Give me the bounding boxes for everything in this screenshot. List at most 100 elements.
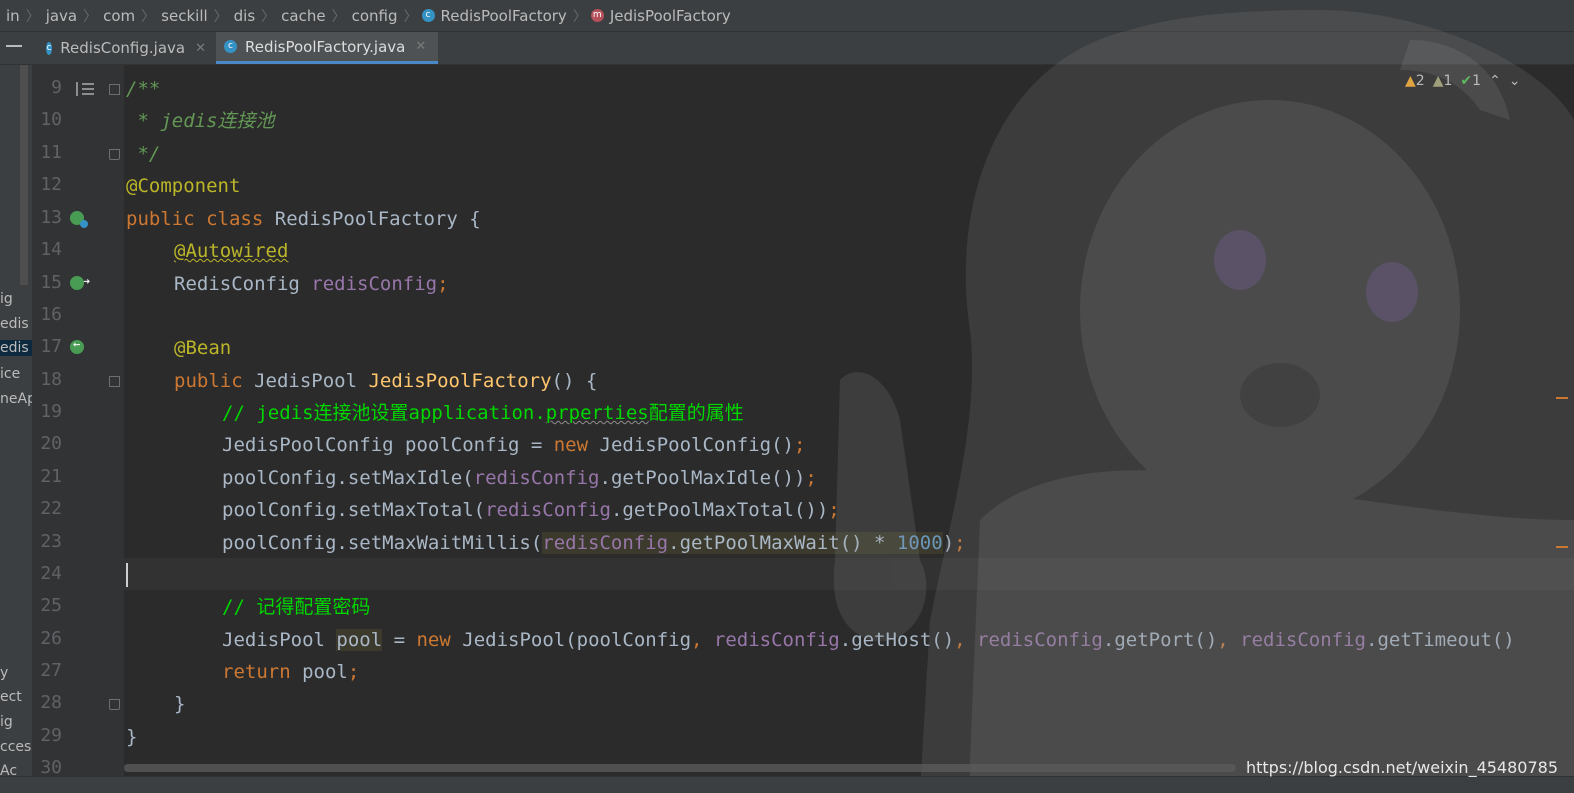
chevron-right-icon: 〉 [403, 8, 418, 25]
chevron-right-icon: 〉 [141, 8, 156, 25]
weak-warning-icon: ▲ [1432, 73, 1444, 89]
weak-warning-count[interactable]: ▲1 [1433, 73, 1453, 89]
breadcrumb-item[interactable]: seckill [155, 7, 213, 25]
warning-icon: ▲ [1405, 73, 1416, 89]
project-item[interactable]: Ac [0, 763, 17, 776]
breadcrumb-item[interactable]: dis [228, 7, 262, 25]
code-line[interactable]: */ [126, 138, 160, 170]
close-icon[interactable]: ✕ [415, 39, 426, 54]
line-number: 25 [40, 595, 62, 616]
code-line[interactable]: public class RedisPoolFactory { [126, 203, 481, 235]
structure-icon[interactable] [76, 82, 94, 96]
code-line[interactable]: @Autowired [174, 235, 288, 267]
line-number: 16 [40, 304, 62, 325]
line-number: 20 [40, 433, 62, 454]
chevron-down-icon[interactable]: ⌄ [1509, 73, 1521, 89]
line-number: 24 [40, 563, 62, 584]
line-number: 26 [40, 628, 62, 649]
breadcrumb-item[interactable]: config [346, 7, 404, 25]
project-item[interactable]: ig [0, 291, 13, 307]
code-line[interactable]: @Component [126, 170, 240, 202]
project-item[interactable]: ig [0, 714, 13, 730]
close-icon[interactable]: ✕ [195, 41, 206, 56]
code-line[interactable]: JedisPoolConfig poolConfig = new JedisPo… [222, 429, 805, 461]
check-icon: ✔ [1460, 73, 1473, 89]
code-line[interactable]: RedisConfig redisConfig; [174, 268, 449, 300]
line-number: 27 [40, 660, 62, 681]
code-line[interactable]: poolConfig.setMaxTotal(redisConfig.getPo… [222, 494, 840, 526]
editor-gutter: 9 10 11 12 13 14 15 16 17 18 19 20 21 22… [32, 65, 124, 778]
code-line[interactable]: // 记得配置密码 [222, 591, 370, 623]
line-number: 22 [40, 498, 62, 519]
chevron-right-icon: 〉 [213, 8, 228, 25]
spring-bean-icon[interactable] [70, 211, 88, 228]
fold-icon[interactable] [109, 149, 120, 160]
breadcrumb-item[interactable]: java [40, 7, 83, 25]
chevron-right-icon: 〉 [261, 8, 276, 25]
code-line[interactable]: poolConfig.setMaxIdle(redisConfig.getPoo… [222, 462, 817, 494]
project-item[interactable]: edis [0, 316, 29, 332]
line-number: 14 [40, 239, 62, 260]
typo-count[interactable]: ✔1 [1460, 73, 1481, 89]
tab-label: RedisPoolFactory.java [245, 37, 406, 56]
line-number: 11 [40, 142, 62, 163]
code-line[interactable]: return pool; [222, 656, 359, 688]
watermark-url: https://blog.csdn.net/weixin_45480785 [1245, 758, 1558, 777]
line-number: 29 [40, 725, 62, 746]
inspection-widget[interactable]: ▲2 ▲1 ✔1 ⌃ ⌄ [1405, 70, 1521, 92]
line-number: 30 [40, 757, 62, 778]
code-line[interactable]: /** [126, 73, 160, 105]
code-line[interactable]: } [126, 721, 137, 753]
autowired-navigate-icon[interactable] [70, 275, 90, 290]
project-item[interactable]: ect [0, 689, 22, 705]
line-number: 17 [40, 336, 62, 357]
fold-icon[interactable] [109, 84, 120, 95]
code-line[interactable]: } [174, 688, 185, 720]
code-line[interactable]: @Bean [174, 332, 231, 364]
warning-marker[interactable] [1556, 397, 1568, 399]
project-item[interactable]: cces [0, 739, 31, 755]
fold-icon[interactable] [109, 699, 120, 710]
code-line[interactable]: JedisPool pool = new JedisPool(poolConfi… [222, 624, 1515, 656]
project-item-selected[interactable]: edis [0, 340, 32, 356]
breadcrumb-item[interactable]: cache [275, 7, 331, 25]
fold-icon[interactable] [109, 376, 120, 387]
horizontal-scrollbar[interactable] [124, 764, 1236, 772]
warning-count[interactable]: ▲2 [1405, 73, 1425, 89]
chevron-right-icon: 〉 [331, 8, 346, 25]
code-line[interactable]: * jedis连接池 [126, 105, 274, 137]
warning-marker[interactable] [1556, 546, 1568, 548]
code-editor[interactable]: /** * jedis连接池 */ @Component public clas… [124, 65, 1574, 776]
breadcrumb-item[interactable]: com [97, 7, 141, 25]
project-item[interactable]: y [0, 665, 8, 681]
line-number: 18 [40, 369, 62, 390]
project-item[interactable]: neAp [0, 391, 32, 407]
code-line[interactable]: // jedis连接池设置application.prperties配置的属性 [222, 397, 744, 429]
breadcrumb-item[interactable]: in [0, 7, 26, 25]
project-scrollbar[interactable] [20, 65, 28, 285]
line-number: 9 [51, 77, 62, 98]
editor-tab-bar: c RedisConfig.java ✕ c RedisPoolFactory.… [0, 32, 1574, 65]
breadcrumb-method[interactable]: m JedisPoolFactory [587, 7, 737, 25]
project-item[interactable]: ice [0, 366, 20, 382]
chevron-right-icon: 〉 [572, 8, 587, 25]
code-line[interactable]: poolConfig.setMaxWaitMillis(redisConfig.… [222, 527, 966, 559]
project-panel: ig edis edis ice neAp y ect ig cces Ac [0, 65, 32, 776]
bean-usages-icon[interactable] [70, 337, 84, 354]
breadcrumb-class[interactable]: c RedisPoolFactory [418, 7, 573, 25]
current-line-highlight [124, 558, 1574, 590]
text-caret [126, 563, 128, 587]
class-icon: c [421, 9, 435, 22]
breadcrumb: in 〉 java 〉 com 〉 seckill 〉 dis 〉 cache … [0, 0, 1574, 32]
class-icon: c [224, 40, 237, 53]
line-number: 21 [40, 466, 62, 487]
code-line[interactable]: public JedisPool JedisPoolFactory() { [174, 365, 597, 397]
line-number: 19 [40, 401, 62, 422]
line-number: 28 [40, 692, 62, 713]
minimize-icon[interactable] [6, 45, 22, 47]
class-icon: c [46, 41, 53, 55]
tab-redisconfig[interactable]: c RedisConfig.java ✕ [38, 32, 214, 64]
chevron-up-icon[interactable]: ⌃ [1489, 73, 1501, 89]
tab-redispoolfactory[interactable]: c RedisPoolFactory.java ✕ [216, 32, 438, 64]
method-icon: m [590, 9, 604, 22]
